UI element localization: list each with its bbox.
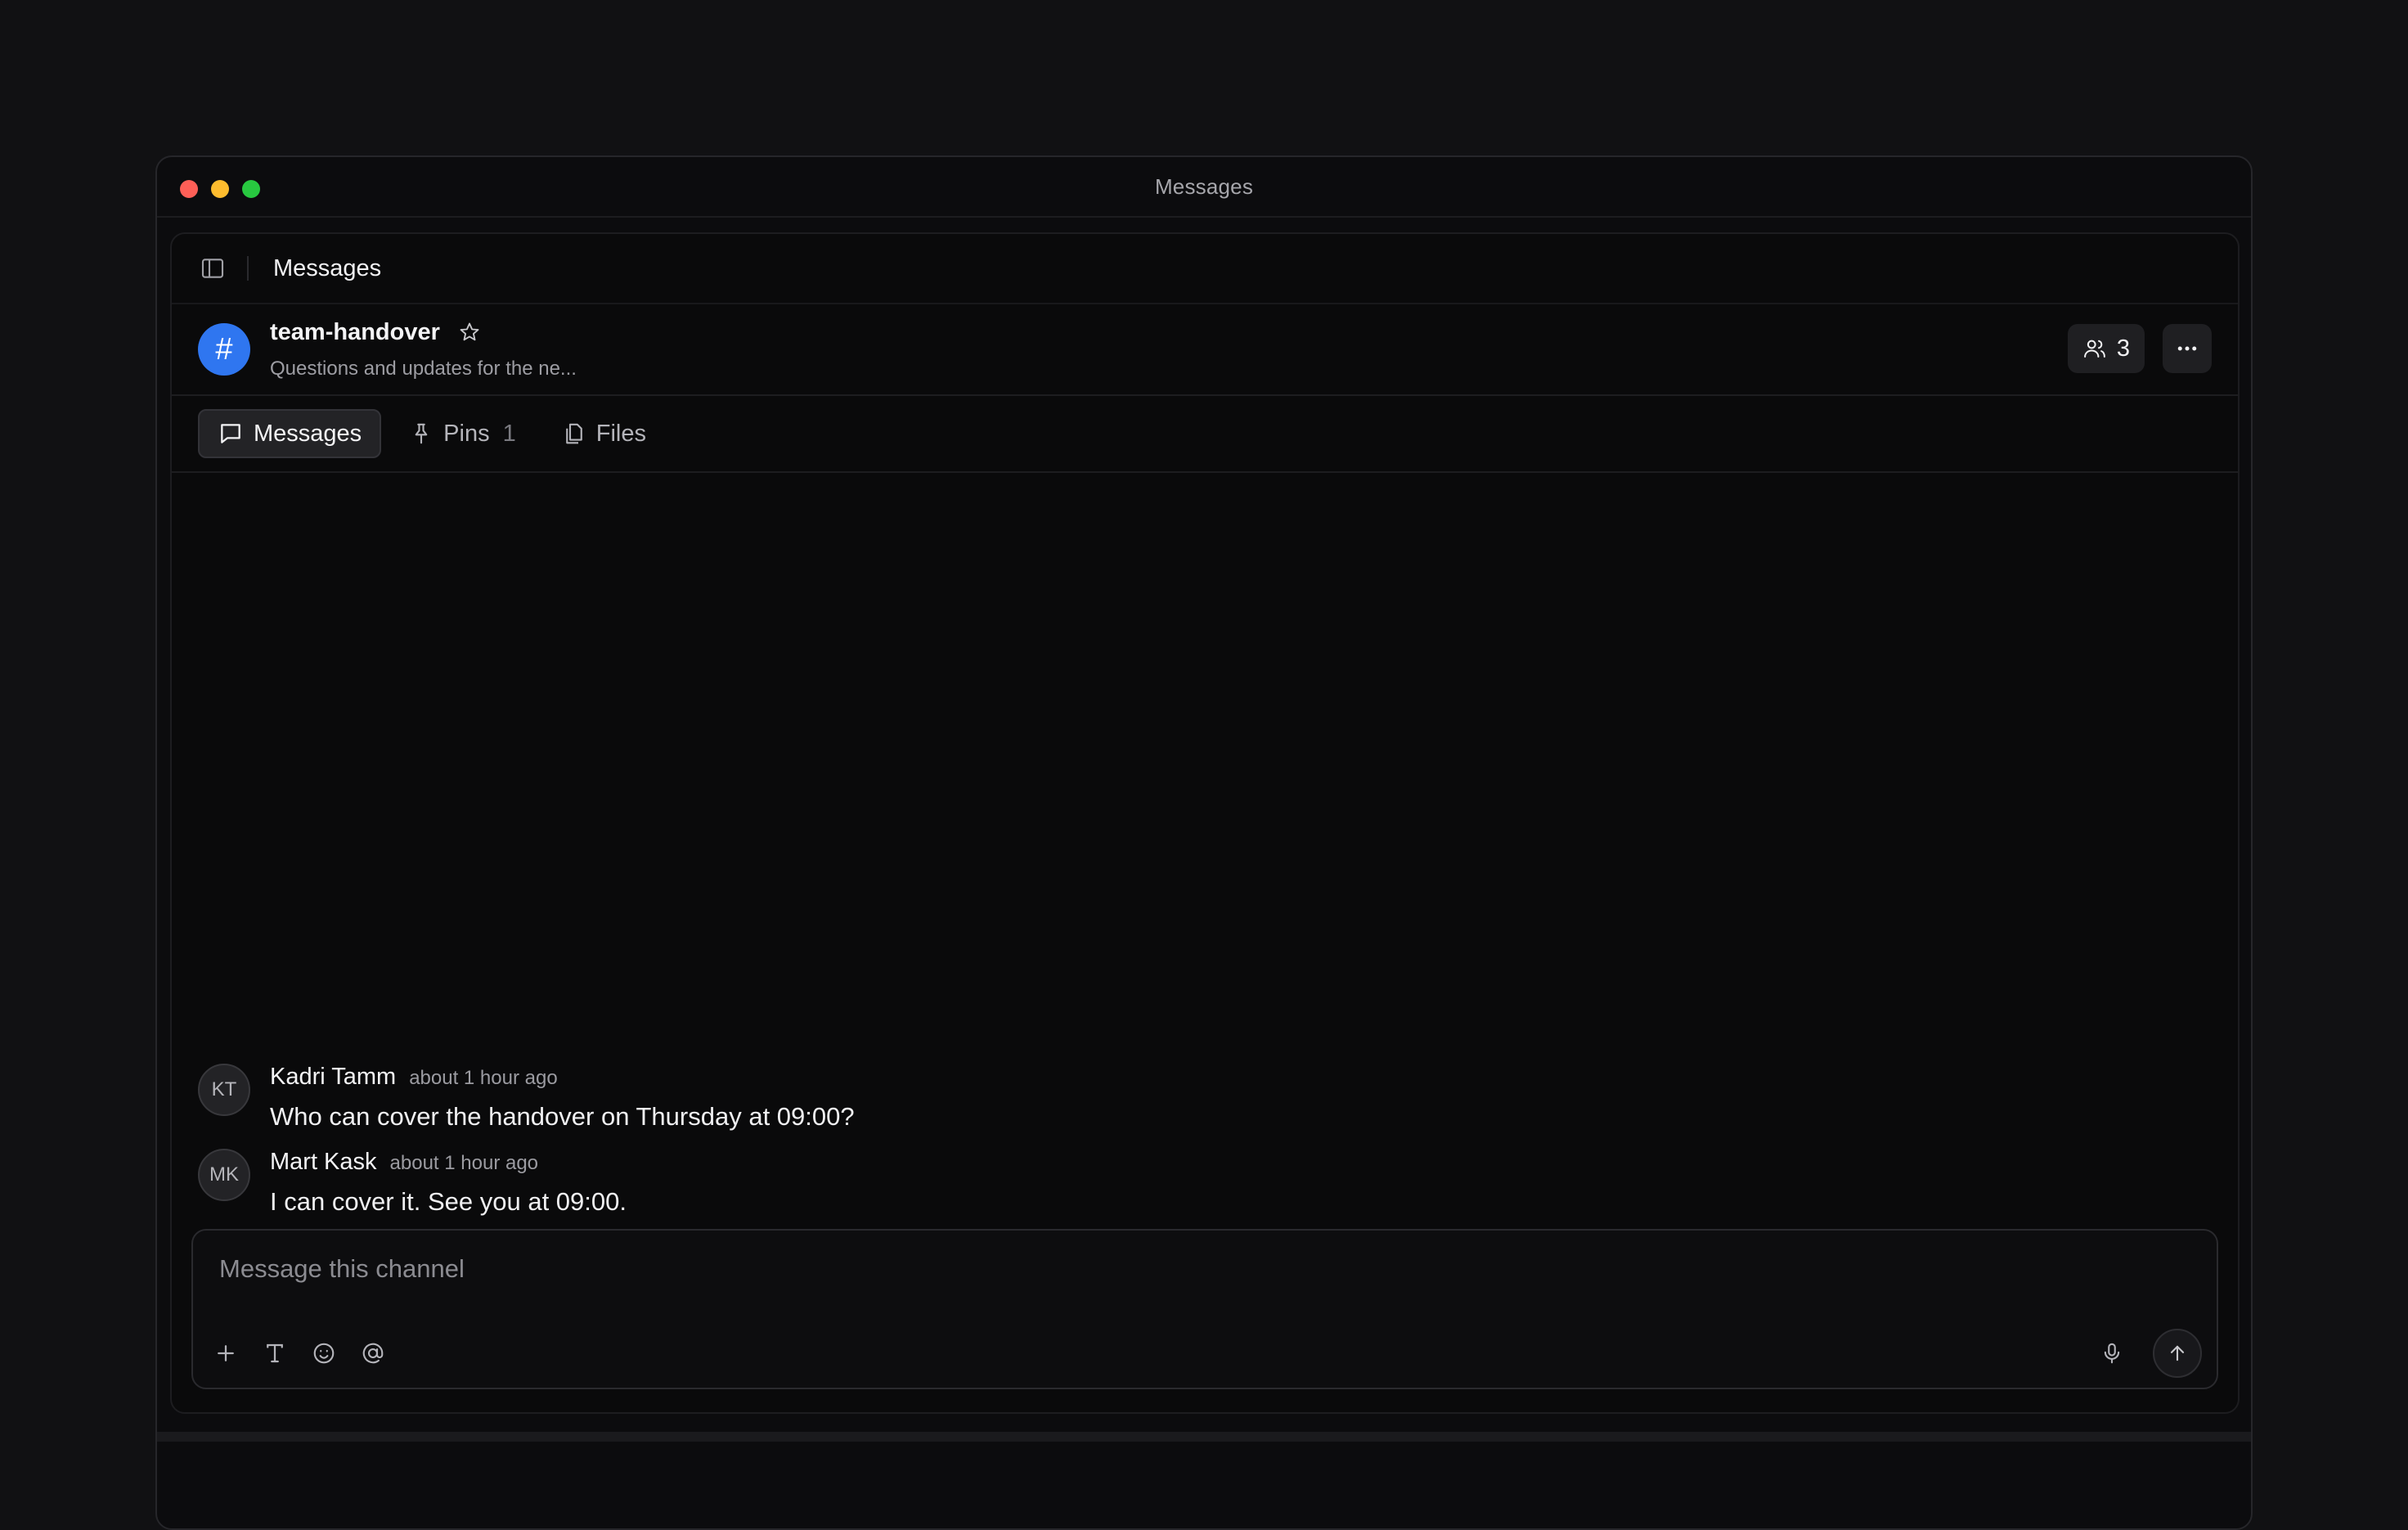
tab-label: Pins — [443, 420, 490, 447]
message-icon — [221, 424, 240, 443]
page-title: Messages — [273, 254, 382, 281]
message-input[interactable] — [219, 1249, 2100, 1289]
emoji-button[interactable] — [308, 1337, 340, 1370]
sidebar-toggle-button[interactable] — [198, 254, 227, 283]
channel-info: team-handover Questions and updates for … — [270, 319, 577, 380]
arrow-up-icon — [2170, 1345, 2185, 1361]
top-bar: Messages — [172, 234, 2238, 304]
composer-toolbar — [209, 1337, 389, 1370]
more-horizontal-icon — [2177, 346, 2197, 351]
star-icon — [460, 322, 479, 341]
channel-avatar: # — [198, 323, 250, 376]
message-text: Who can cover the handover on Thursday a… — [270, 1102, 855, 1131]
message-author[interactable]: Mart Kask — [270, 1149, 377, 1176]
pins-count: 1 — [502, 420, 516, 447]
members-count: 3 — [2116, 335, 2130, 362]
window-title: Messages — [1154, 173, 1254, 199]
mention-button[interactable] — [357, 1337, 389, 1370]
emoji-icon — [313, 1343, 335, 1364]
tab-files[interactable]: Files — [544, 409, 664, 458]
window-controls — [180, 180, 260, 198]
tab-label: Messages — [254, 420, 362, 447]
message-timestamp: about 1 hour ago — [389, 1152, 539, 1174]
window-footer — [157, 1432, 2251, 1442]
sidebar-toggle-icon — [201, 259, 224, 278]
files-icon — [565, 423, 582, 444]
more-options-button[interactable] — [2163, 324, 2212, 373]
minimize-window-button[interactable] — [211, 180, 229, 198]
channel-description: Questions and updates for the ne... — [270, 357, 577, 380]
tab-messages[interactable]: Messages — [198, 409, 382, 458]
message-text: I can cover it. See you at 09:00. — [270, 1187, 627, 1216]
title-bar: Messages — [157, 157, 2251, 218]
attach-button[interactable] — [209, 1337, 242, 1370]
send-button[interactable] — [2153, 1329, 2202, 1378]
channel-header: # team-handover Questions and updates fo… — [172, 304, 2238, 396]
voice-message-button[interactable] — [2096, 1337, 2128, 1370]
text-format-icon — [267, 1343, 283, 1363]
mention-icon — [362, 1343, 384, 1364]
app-window: Messages Messages # team-handover Questi… — [155, 155, 2253, 1530]
message-item: KT Kadri Tamm about 1 hour ago Who can c… — [198, 1064, 855, 1132]
message-timestamp: about 1 hour ago — [409, 1067, 558, 1089]
users-icon — [2083, 340, 2105, 358]
members-button[interactable]: 3 — [2067, 324, 2145, 373]
format-text-button[interactable] — [258, 1337, 291, 1370]
microphone-icon — [2104, 1343, 2120, 1364]
divider — [247, 256, 249, 281]
pin-icon — [415, 423, 428, 444]
channel-tabs: Messages Pins 1 Files — [172, 396, 2238, 473]
message-composer — [191, 1229, 2218, 1389]
avatar[interactable]: KT — [198, 1064, 250, 1116]
channel-name: team-handover — [270, 318, 440, 345]
tab-label: Files — [595, 420, 646, 447]
message-item: MK Mart Kask about 1 hour ago I can cove… — [198, 1149, 627, 1217]
maximize-window-button[interactable] — [242, 180, 260, 198]
avatar[interactable]: MK — [198, 1149, 250, 1201]
message-author[interactable]: Kadri Tamm — [270, 1064, 396, 1091]
plus-icon — [218, 1345, 234, 1361]
main-panel: Messages # team-handover Questions and u… — [170, 232, 2240, 1414]
close-window-button[interactable] — [180, 180, 198, 198]
favorite-button[interactable] — [458, 321, 481, 344]
tab-pins[interactable]: Pins 1 — [391, 409, 534, 458]
